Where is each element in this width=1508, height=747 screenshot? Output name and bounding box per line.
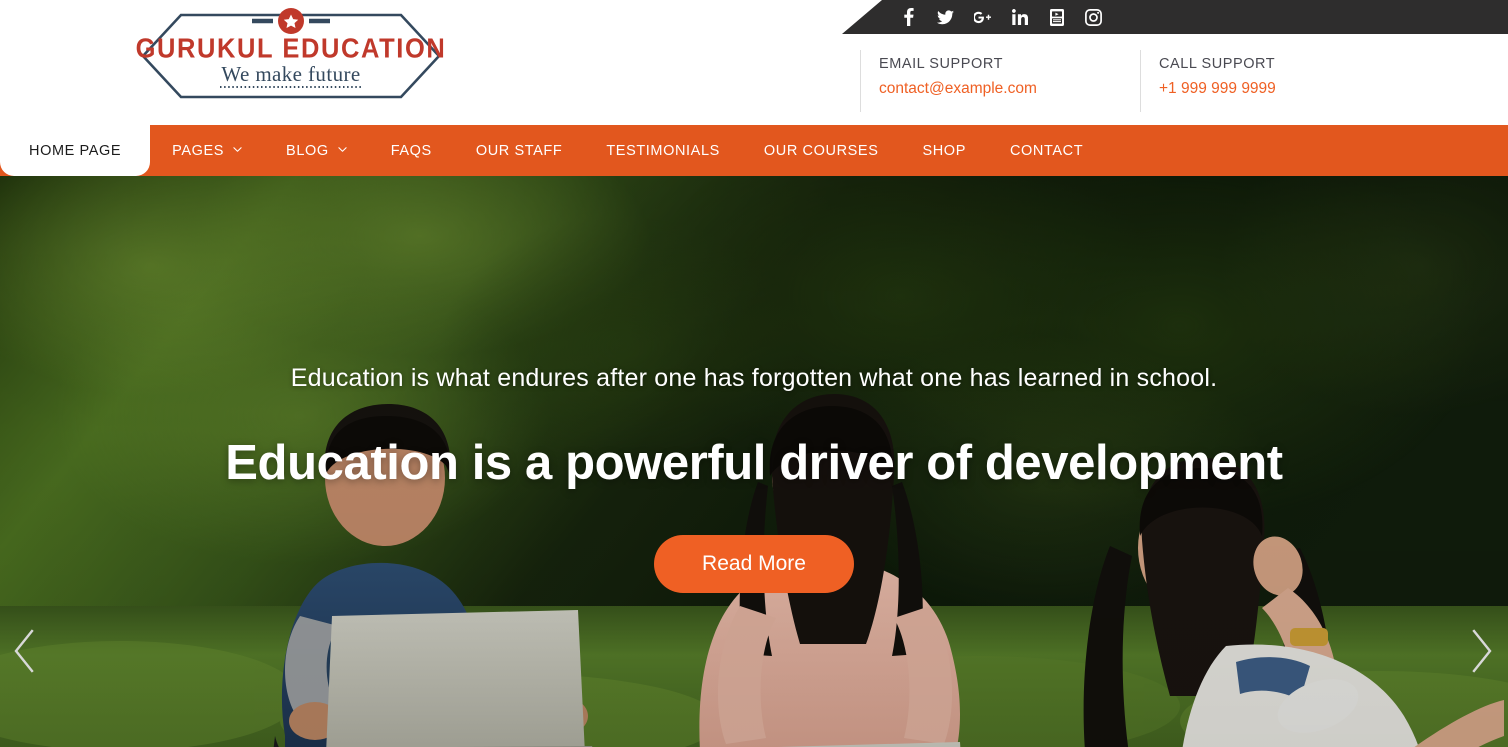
nav-label: CONTACT bbox=[1009, 142, 1084, 159]
chevron-down-icon bbox=[233, 145, 242, 154]
call-support-value[interactable]: +1 999 999 9999 bbox=[1159, 77, 1360, 101]
nav-item-faqs[interactable]: FAQS bbox=[369, 125, 454, 176]
nav-item-home-page[interactable]: HOME PAGE bbox=[0, 125, 151, 176]
google-plus-icon[interactable] bbox=[974, 7, 991, 27]
nav-label: FAQS bbox=[390, 142, 432, 159]
hero-subtitle: Education is what endures after one has … bbox=[290, 364, 1218, 392]
carousel-next-button[interactable] bbox=[1460, 620, 1504, 682]
chevron-right-icon bbox=[1469, 628, 1495, 674]
site-header: GURUKUL EDUCATION We make future EMAIL S… bbox=[0, 0, 1508, 125]
nav-item-our-staff[interactable]: OUR STAFF bbox=[454, 125, 585, 176]
site-logo[interactable]: GURUKUL EDUCATION We make future bbox=[136, 7, 446, 105]
nav-label: SHOP bbox=[922, 142, 966, 159]
main-navigation: HOME PAGE PAGES BLOG FAQS OUR STAFF TEST… bbox=[0, 125, 1508, 176]
chevron-left-icon bbox=[11, 628, 37, 674]
nav-label: PAGES bbox=[172, 142, 225, 159]
nav-item-shop[interactable]: SHOP bbox=[900, 125, 988, 176]
page-root: GURUKUL EDUCATION We make future EMAIL S… bbox=[0, 0, 1508, 747]
facebook-icon[interactable] bbox=[900, 7, 917, 27]
hero-slider: Education is what endures after one has … bbox=[0, 176, 1508, 747]
nav-items: HOME PAGE PAGES BLOG FAQS OUR STAFF TEST… bbox=[0, 125, 1105, 176]
linkedin-icon[interactable] bbox=[1011, 7, 1028, 27]
carousel-prev-button[interactable] bbox=[2, 620, 46, 682]
support-info: EMAIL SUPPORT contact@example.com CALL S… bbox=[860, 50, 1360, 112]
nav-label: OUR STAFF bbox=[475, 142, 563, 159]
nav-label: HOME PAGE bbox=[29, 142, 122, 159]
email-support-value[interactable]: contact@example.com bbox=[879, 77, 1125, 101]
hero-title: Education is a powerful driver of develo… bbox=[225, 436, 1283, 490]
call-support-block: CALL SUPPORT +1 999 999 9999 bbox=[1140, 50, 1360, 112]
read-more-button[interactable]: Read More bbox=[654, 535, 854, 593]
hero-content: Education is what endures after one has … bbox=[0, 361, 1508, 593]
nav-item-our-courses[interactable]: OUR COURSES bbox=[742, 125, 901, 176]
social-bar bbox=[842, 0, 1508, 34]
svg-text:We make future: We make future bbox=[221, 62, 360, 86]
youtube-icon[interactable] bbox=[1048, 7, 1065, 27]
twitter-icon[interactable] bbox=[937, 7, 954, 27]
nav-label: TESTIMONIALS bbox=[606, 142, 720, 159]
email-support-block: EMAIL SUPPORT contact@example.com bbox=[860, 50, 1125, 112]
social-links bbox=[900, 0, 1102, 34]
svg-text:GURUKUL EDUCATION: GURUKUL EDUCATION bbox=[136, 32, 446, 63]
nav-item-pages[interactable]: PAGES bbox=[150, 125, 264, 176]
nav-label: BLOG bbox=[286, 142, 329, 159]
chevron-down-icon bbox=[338, 145, 347, 154]
nav-item-testimonials[interactable]: TESTIMONIALS bbox=[584, 125, 742, 176]
email-support-title: EMAIL SUPPORT bbox=[879, 56, 1003, 72]
nav-item-blog[interactable]: BLOG bbox=[264, 125, 369, 176]
nav-item-contact[interactable]: CONTACT bbox=[988, 125, 1105, 176]
instagram-icon[interactable] bbox=[1085, 7, 1102, 27]
call-support-title: CALL SUPPORT bbox=[1159, 56, 1276, 72]
nav-label: OUR COURSES bbox=[763, 142, 879, 159]
